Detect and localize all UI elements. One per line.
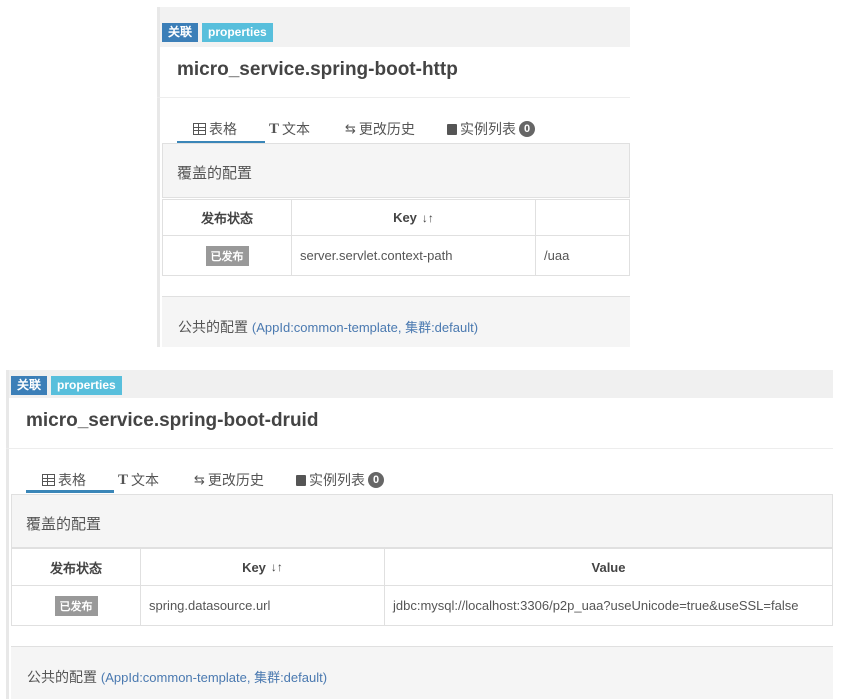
table-icon: [193, 123, 206, 135]
override-section-header: 覆盖的配置: [11, 494, 833, 548]
namespace-title: micro_service.spring-boot-http: [177, 59, 458, 80]
text-icon: T: [118, 471, 129, 488]
table-row: 已发布 spring.datasource.url jdbc:mysql://l…: [12, 586, 833, 626]
tab-instances[interactable]: 实例列表 0: [447, 119, 535, 139]
public-config-title: 公共的配置: [178, 319, 248, 335]
public-config-info[interactable]: (AppId:common-template, 集群:default): [252, 320, 478, 335]
tab-text[interactable]: T 文本: [269, 119, 310, 139]
tab-instances-label: 实例列表: [309, 472, 365, 488]
key-header-label: Key: [393, 210, 417, 225]
table-header-row: 发布状态 Key ↓↑ Value: [12, 549, 833, 586]
namespace-panel-http: 关联 properties micro_service.spring-boot-…: [157, 7, 630, 347]
divider: [6, 448, 833, 449]
key-header-label: Key: [242, 559, 266, 575]
override-title: 覆盖的配置: [26, 516, 102, 533]
history-icon: ⇆: [345, 121, 356, 136]
public-config-label: 公共的配置 (AppId:common-template, 集群:default…: [178, 317, 478, 337]
text-icon: T: [269, 120, 280, 137]
tab-history[interactable]: ⇆ 更改历史: [345, 119, 415, 139]
public-config-label: 公共的配置 (AppId:common-template, 集群:default…: [27, 667, 327, 687]
column-header-key[interactable]: Key ↓↑: [292, 200, 536, 236]
key-cell: server.servlet.context-path: [292, 236, 536, 276]
namespace-panel-druid: 关联 properties micro_service.spring-boot-…: [6, 370, 833, 699]
active-tab-indicator: [26, 490, 114, 493]
badge-group: 关联 properties: [11, 376, 122, 395]
public-config-info[interactable]: (AppId:common-template, 集群:default): [101, 670, 327, 685]
divider: [157, 97, 630, 98]
status-cell: 已发布: [163, 236, 292, 276]
tab-text-label: 文本: [131, 472, 160, 488]
tab-history[interactable]: ⇆ 更改历史: [194, 470, 264, 490]
sort-icon[interactable]: ↓↑: [422, 211, 434, 225]
tab-table-label: 表格: [58, 472, 86, 488]
sort-icon[interactable]: ↓↑: [271, 560, 283, 574]
value-cell: jdbc:mysql://localhost:3306/p2p_uaa?useU…: [385, 586, 833, 626]
status-cell: 已发布: [12, 586, 141, 626]
tab-history-label: 更改历史: [207, 472, 264, 488]
format-badge: properties: [51, 376, 122, 395]
format-badge: properties: [202, 23, 273, 42]
table-icon: [42, 474, 55, 486]
tab-text-label: 文本: [282, 121, 311, 137]
column-header-status: 发布状态: [12, 549, 141, 586]
override-section-header: 覆盖的配置: [162, 143, 630, 198]
published-badge: 已发布: [54, 595, 98, 616]
config-table: 发布状态 Key ↓↑ Value 已发布 spring.datasource.…: [11, 548, 833, 626]
namespace-title: micro_service.spring-boot-druid: [26, 410, 319, 431]
table-header-row: 发布状态 Key ↓↑: [163, 200, 630, 236]
tab-text[interactable]: T 文本: [118, 470, 159, 490]
public-config-section: 公共的配置 (AppId:common-template, 集群:default…: [11, 646, 833, 699]
relation-badge: 关联: [162, 23, 199, 42]
column-header-status: 发布状态: [163, 200, 292, 236]
table-row: 已发布 server.servlet.context-path /uaa: [163, 236, 630, 276]
instance-count-badge: 0: [519, 121, 535, 137]
column-header-value: [536, 200, 630, 236]
column-header-key[interactable]: Key ↓↑: [141, 549, 385, 586]
column-header-value: Value: [385, 549, 833, 586]
tab-instances[interactable]: 实例列表 0: [296, 470, 384, 490]
value-cell: /uaa: [536, 236, 630, 276]
history-icon: ⇆: [194, 472, 205, 487]
tab-table[interactable]: 表格: [177, 119, 265, 144]
panel-header-bar: [6, 370, 833, 398]
relation-badge: 关联: [11, 376, 48, 395]
instance-count-badge: 0: [368, 472, 384, 488]
public-config-title: 公共的配置: [27, 669, 97, 685]
published-badge: 已发布: [205, 245, 249, 266]
badge-group: 关联 properties: [162, 23, 273, 42]
key-cell: spring.datasource.url: [141, 586, 385, 626]
override-title: 覆盖的配置: [177, 165, 253, 182]
tab-table-label: 表格: [209, 121, 237, 137]
list-icon: [447, 123, 457, 135]
public-config-section: 公共的配置 (AppId:common-template, 集群:default…: [162, 296, 630, 347]
tab-history-label: 更改历史: [358, 121, 415, 137]
tab-table[interactable]: 表格: [26, 470, 114, 493]
panel-border: [157, 7, 160, 347]
config-table: 发布状态 Key ↓↑ 已发布 server.servlet.context-p…: [162, 199, 630, 276]
tab-instances-label: 实例列表: [460, 121, 516, 137]
list-icon: [296, 474, 306, 486]
panel-border: [6, 370, 9, 699]
